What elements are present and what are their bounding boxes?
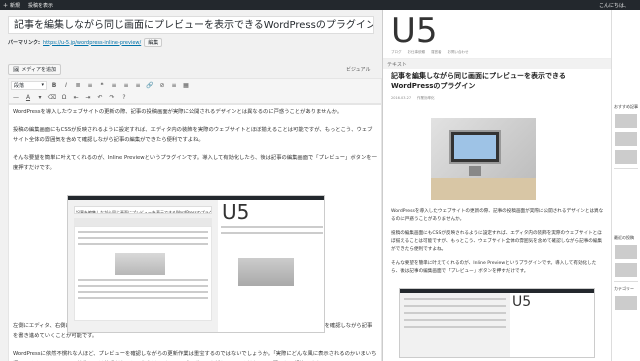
paragraph: WordPressに依然不慣れな人ほど、プレビューを確認しながらの更新作業は重宝… <box>13 351 377 357</box>
sidebar-thumb[interactable] <box>615 132 637 146</box>
admin-bar: ＋ 新規 投稿を表示 こんにちは、 <box>0 0 640 10</box>
permalink-label: パーマリンク: <box>8 40 41 46</box>
format-select[interactable]: 段落 ▾ <box>11 80 47 90</box>
post-date: 2016.03.27 <box>391 96 412 100</box>
shot-editor: 記事を編集しながら同じ画面にプレビューを表示できるWordPressのプラグイン <box>68 200 218 332</box>
nav-item[interactable]: 運営者 <box>431 50 442 55</box>
preview-meta: 2016.03.27 作業効率化 <box>383 96 611 101</box>
shot-image <box>115 253 165 275</box>
site-sidebar: おすすめ記事 最近の投稿 カテゴリー <box>611 10 640 361</box>
admin-view-post-link[interactable]: 投稿を表示 <box>28 2 53 9</box>
chevron-down-icon: ▾ <box>41 82 44 88</box>
align-right-icon[interactable]: ≡ <box>133 81 143 90</box>
sidebar-thumb[interactable] <box>615 150 637 164</box>
align-left-icon[interactable]: ≡ <box>109 81 119 90</box>
editor-panel: 記事を編集しながら同じ画面にプレビューを表示できるWordPressのプラグイン… <box>0 10 382 361</box>
preview-paragraph: そんな要望を簡単に叶えてくれるのが、Inline Previewというプラグイン… <box>391 261 597 274</box>
special-char-icon[interactable]: Ω <box>59 93 69 102</box>
shot-logo: U5 <box>222 200 250 224</box>
preview-shot-logo: U5 <box>510 293 594 357</box>
toolbar-toggle-icon[interactable]: ▦ <box>181 81 191 90</box>
blockquote-icon[interactable]: ❝ <box>97 81 107 90</box>
permalink-row: パーマリンク: https://u-5.jp/wordpress-inline-… <box>8 38 163 47</box>
unlink-icon[interactable]: ⊘ <box>157 81 167 90</box>
shot-body <box>74 226 212 321</box>
shot-toolbar <box>74 218 212 226</box>
shot-preview-image <box>238 258 294 286</box>
preview-body: WordPressを導入したウェブサイトの更新の際、記事の投稿画面が実際に公開さ… <box>383 208 611 282</box>
preview-paragraph: WordPressを導入したウェブサイトの更新の際、記事の投稿画面が実際に公開さ… <box>391 209 604 222</box>
preview-nav: ブログ お仕事依頼 運営者 お問い合わせ <box>391 50 603 55</box>
permalink-url[interactable]: https://u-5.jp/wordpress-inline-preview/ <box>43 40 141 46</box>
post-title-input[interactable]: 記事を編集しながら同じ画面にプレビューを表示できるWordPressのプラグイン <box>8 16 374 34</box>
post-category[interactable]: 作業効率化 <box>417 96 435 101</box>
outdent-icon[interactable]: ⇤ <box>71 93 81 102</box>
admin-new-link[interactable]: 新規 <box>10 2 20 9</box>
sidebar-thumb[interactable] <box>615 296 637 310</box>
site-logo[interactable]: U5 <box>391 14 603 48</box>
align-center-icon[interactable]: ≡ <box>121 81 131 90</box>
media-icon: 🖼 <box>13 66 20 73</box>
permalink-edit-button[interactable]: 編集 <box>144 38 163 47</box>
sidebar-thumb[interactable] <box>615 263 637 277</box>
sidebar-thumb[interactable] <box>615 245 637 259</box>
sidebar-heading: カテゴリー <box>614 286 634 291</box>
admin-greeting[interactable]: こんにちは、 <box>599 2 629 9</box>
horizontal-line-icon[interactable]: — <box>11 93 21 102</box>
clear-format-icon[interactable]: ⌫ <box>47 93 57 102</box>
chevron-down-icon[interactable]: ▾ <box>35 93 45 102</box>
nav-item[interactable]: お問い合わせ <box>448 50 469 55</box>
shot-title: 記事を編集しながら同じ画面にプレビューを表示できるWordPressのプラグイン <box>74 206 212 214</box>
bullet-list-icon[interactable]: ≣ <box>73 81 83 90</box>
monitor-icon <box>449 130 501 164</box>
preview-screenshot-image: U5 <box>399 288 595 358</box>
editor-toolbar: 段落 ▾ B I ≣ ≡ ❝ ≡ ≡ ≡ 🔗 ⊘ ≡ ▦ — A ▾ ⌫ Ω ⇤… <box>8 78 382 104</box>
format-select-value: 段落 <box>14 82 25 89</box>
paragraph: 投稿の編集画面にもCSSが反映されるように設定すれば、エディタ内の装飾を実際のウ… <box>13 127 373 143</box>
indent-icon[interactable]: ⇥ <box>83 93 93 102</box>
toolbar-row-1: 段落 ▾ B I ≣ ≡ ❝ ≡ ≡ ≡ 🔗 ⊘ ≡ ▦ <box>9 79 381 91</box>
sidebar-heading: おすすめ記事 <box>614 104 638 109</box>
preview-featured-image <box>431 118 536 200</box>
more-tag-icon[interactable]: ≡ <box>169 81 179 90</box>
paragraph: そんな要望を簡単に叶えてくれるのが、Inline Previewというプラグイン… <box>13 155 377 171</box>
nav-item[interactable]: ブログ <box>391 50 402 55</box>
editor-content[interactable]: WordPressを導入したウェブサイトの更新の際、記事の投稿画面が実際に公開さ… <box>8 104 382 361</box>
tab-visual[interactable]: ビジュアル <box>346 66 371 73</box>
numbered-list-icon[interactable]: ≡ <box>85 81 95 90</box>
undo-icon[interactable]: ↶ <box>95 93 105 102</box>
bold-icon[interactable]: B <box>49 81 59 90</box>
shot-preview: U5 <box>218 200 324 332</box>
redo-icon[interactable]: ↷ <box>107 93 117 102</box>
nav-item[interactable]: お仕事依頼 <box>408 50 426 55</box>
italic-icon[interactable]: I <box>61 81 71 90</box>
preview-header: U5 ブログ お仕事依頼 運営者 お問い合わせ <box>383 10 611 59</box>
paragraph: WordPressを導入したウェブサイトの更新の際、記事の投稿画面が実際に公開さ… <box>13 109 343 115</box>
preview-paragraph: 投稿の編集画面にもCSSが反映されるように設定すれば、エディタ内の装飾を実際のウ… <box>391 231 603 252</box>
add-media-button[interactable]: 🖼 メディアを追加 <box>8 64 62 75</box>
link-icon[interactable]: 🔗 <box>145 81 155 90</box>
plus-icon[interactable]: ＋ <box>3 2 8 9</box>
preview-panel: U5 ブログ お仕事依頼 運営者 お問い合わせ テキスト 記事を編集しながら同じ… <box>382 10 611 361</box>
embedded-screenshot-image[interactable]: 記事を編集しながら同じ画面にプレビューを表示できるWordPressのプラグイン… <box>67 195 325 333</box>
preview-post-title: 記事を編集しながら同じ画面にプレビューを表示できるWordPressのプラグイン <box>391 72 566 90</box>
add-media-label: メディアを追加 <box>21 67 57 73</box>
help-icon[interactable]: ? <box>119 93 129 102</box>
sidebar-thumb[interactable] <box>615 114 637 128</box>
toolbar-row-2: — A ▾ ⌫ Ω ⇤ ⇥ ↶ ↷ ? <box>9 91 381 103</box>
text-color-icon[interactable]: A <box>23 93 33 102</box>
preview-text-tab[interactable]: テキスト <box>383 59 611 69</box>
sidebar-heading: 最近の投稿 <box>614 235 634 240</box>
